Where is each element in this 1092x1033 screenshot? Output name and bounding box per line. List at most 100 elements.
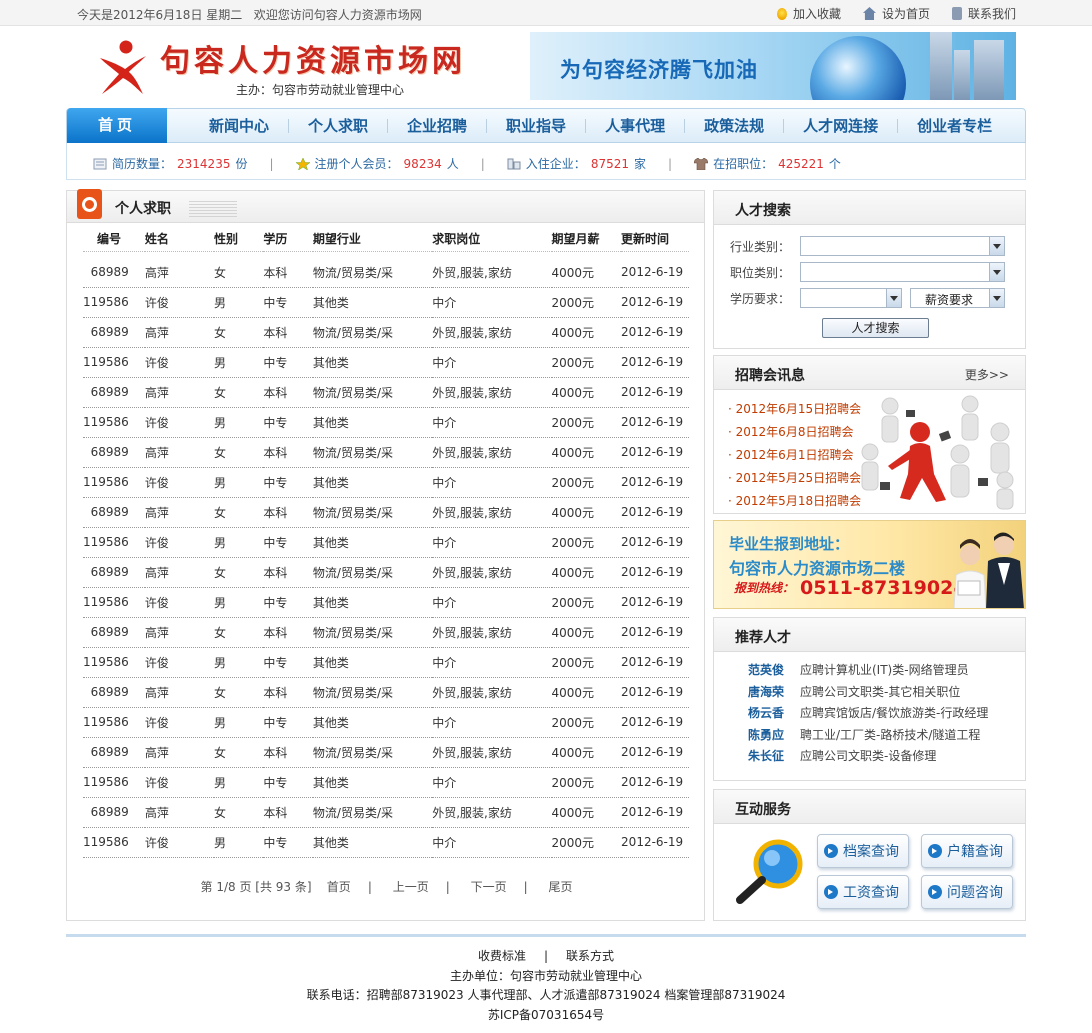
cell-position: 中介: [432, 707, 552, 738]
col-header-position: 求职岗位: [432, 227, 552, 252]
cell-name: 许俊: [144, 347, 215, 378]
first-page-link[interactable]: 首页: [327, 880, 351, 894]
table-row[interactable]: 119586 许俊男中专 其他类 中介 2000元 2012-6-19: [83, 347, 689, 378]
job-fair-item[interactable]: · 2012年5月25日招聘会: [728, 467, 861, 490]
nav-item-career-guidance[interactable]: 职业指导: [486, 119, 585, 134]
nav-item-news[interactable]: 新闻中心: [189, 119, 288, 134]
table-row[interactable]: 68989 高萍女本科 物流/贸易类/采 外贸,服装,家纺 4000元 2012-6-19: [83, 737, 689, 768]
job-seeker-table: 编号 姓名 性别 学历 期望行业 求职岗位 期望月薪 更新时间 68989 高萍女…: [83, 227, 689, 858]
talent-item[interactable]: 杨云香 应聘宾馆饭店/餐饮旅游类-行政经理: [748, 703, 988, 725]
contact-link[interactable]: 联系方式: [566, 949, 614, 963]
table-row[interactable]: 68989 高萍女本科 物流/贸易类/采 外贸,服装,家纺 4000元 2012-6-19: [83, 677, 689, 708]
next-page-link[interactable]: 下一页: [471, 880, 507, 894]
job-fair-item[interactable]: · 2012年5月18日招聘会: [728, 490, 861, 513]
job-fair-list: · 2012年6月15日招聘会 · 2012年6月8日招聘会 · 2012年6月…: [728, 398, 861, 513]
cell-name: 高萍: [144, 497, 215, 528]
star-icon: [295, 157, 310, 170]
talent-name[interactable]: 朱长征: [748, 746, 800, 768]
position-select[interactable]: [800, 262, 1005, 282]
cell-id: 68989: [83, 251, 145, 288]
cell-name: 高萍: [144, 377, 215, 408]
table-row[interactable]: 119586 许俊男中专 其他类 中介 2000元 2012-6-19: [83, 707, 689, 738]
cell-salary: 2000元: [551, 707, 622, 738]
cell-updated: 2012-6-19: [621, 677, 689, 708]
last-page-link[interactable]: 尾页: [548, 880, 572, 894]
set-homepage-link[interactable]: 设为首页: [862, 5, 930, 22]
table-row[interactable]: 119586 许俊男中专 其他类 中介 2000元 2012-6-19: [83, 407, 689, 438]
table-row[interactable]: 68989 高萍女本科 物流/贸易类/采 外贸,服装,家纺 4000元 2012-6-19: [83, 617, 689, 648]
add-favorite-link[interactable]: 加入收藏: [776, 5, 841, 22]
page-info: 第 1/8 页 [共 93 条]: [200, 880, 312, 894]
nav-item-entrepreneurs[interactable]: 创业者专栏: [897, 119, 1011, 134]
table-row[interactable]: 119586 许俊男中专 其他类 中介 2000元 2012-6-19: [83, 527, 689, 558]
stat-unit: 家: [634, 157, 647, 171]
talent-name[interactable]: 范英俊: [748, 660, 800, 682]
industry-select[interactable]: [800, 236, 1005, 256]
col-header-education: 学历: [263, 227, 313, 252]
talent-item[interactable]: 朱长征 应聘公司文职类-设备修理: [748, 746, 988, 768]
table-row[interactable]: 68989 高萍女本科 物流/贸易类/采 外贸,服装,家纺 4000元 2012-6-19: [83, 557, 689, 588]
talent-search-button[interactable]: 人才搜索: [822, 318, 929, 338]
job-fair-item[interactable]: · 2012年6月8日招聘会: [728, 421, 861, 444]
registration-promo-banner[interactable]: 毕业生报到地址： 句容市人力资源市场二楼 报到热线： 0511-87319024: [713, 520, 1026, 609]
cell-updated: 2012-6-19: [621, 527, 689, 558]
nav-item-job-seeking[interactable]: 个人求职: [288, 119, 387, 134]
job-fair-item[interactable]: · 2012年6月15日招聘会: [728, 398, 861, 421]
divider: |: [480, 156, 485, 171]
cell-position: 中介: [432, 647, 552, 678]
table-row[interactable]: 68989 高萍女本科 物流/贸易类/采 外贸,服装,家纺 4000元 2012-6-19: [83, 251, 689, 288]
cell-salary: 4000元: [551, 617, 622, 648]
table-row[interactable]: 119586 许俊男中专 其他类 中介 2000元 2012-6-19: [83, 287, 689, 318]
table-row[interactable]: 119586 许俊男中专 其他类 中介 2000元 2012-6-19: [83, 587, 689, 618]
talent-name[interactable]: 杨云香: [748, 703, 800, 725]
nav-item-policies[interactable]: 政策法规: [684, 119, 783, 134]
table-row[interactable]: 119586 许俊男中专 其他类 中介 2000元 2012-6-19: [83, 467, 689, 498]
talent-item[interactable]: 陈勇应 聘工业/工厂类-路桥技术/隧道工程: [748, 725, 988, 747]
cell-education: 中专: [263, 347, 313, 378]
nav-item-talent-links[interactable]: 人才网连接: [783, 119, 897, 134]
table-row[interactable]: 68989 高萍女本科 物流/贸易类/采 外贸,服装,家纺 4000元 2012-6-19: [83, 377, 689, 408]
talent-item[interactable]: 范英俊 应聘计算机业(IT)类-网络管理员: [748, 660, 988, 682]
contact-us-link[interactable]: 联系我们: [951, 5, 1016, 22]
site-name[interactable]: 句容人力资源市场网: [160, 36, 466, 80]
cell-updated: 2012-6-19: [621, 617, 689, 648]
nav-item-recruitment[interactable]: 企业招聘: [387, 119, 486, 134]
fees-link[interactable]: 收费标准: [478, 949, 526, 963]
cell-name: 高萍: [144, 251, 215, 288]
table-row[interactable]: 68989 高萍女本科 物流/贸易类/采 外贸,服装,家纺 4000元 2012-6-19: [83, 437, 689, 468]
more-link[interactable]: 更多>>: [965, 366, 1009, 383]
archive-query-button[interactable]: 档案查询: [817, 834, 909, 868]
cell-id: 119586: [83, 527, 145, 558]
salary-select[interactable]: 薪资要求: [910, 288, 1005, 308]
cell-name: 许俊: [144, 707, 215, 738]
talent-name[interactable]: 唐海荣: [748, 682, 800, 704]
prev-page-link[interactable]: 上一页: [393, 880, 429, 894]
cell-gender: 女: [214, 497, 264, 528]
table-row[interactable]: 68989 高萍女本科 物流/贸易类/采 外贸,服装,家纺 4000元 2012-6-19: [83, 317, 689, 348]
education-select[interactable]: [800, 288, 902, 308]
arrow-circle-icon: [928, 844, 942, 858]
cell-salary: 2000元: [551, 407, 622, 438]
table-row[interactable]: 119586 许俊男中专 其他类 中介 2000元 2012-6-19: [83, 647, 689, 678]
job-fair-item[interactable]: · 2012年6月1日招聘会: [728, 444, 861, 467]
stat-value: 425221: [778, 156, 824, 171]
table-row[interactable]: 68989 高萍女本科 物流/贸易类/采 外贸,服装,家纺 4000元 2012-6-19: [83, 797, 689, 828]
cell-id: 68989: [83, 617, 145, 648]
cell-id: 68989: [83, 737, 145, 768]
nav-item-hr-agency[interactable]: 人事代理: [585, 119, 684, 134]
table-row[interactable]: 119586 许俊男中专 其他类 中介 2000元 2012-6-19: [83, 767, 689, 798]
magnifier-icon: [736, 839, 803, 904]
logo-icon[interactable]: [96, 38, 148, 96]
table-row[interactable]: 119586 许俊男中专 其他类 中介 2000元 2012-6-19: [83, 827, 689, 858]
panel-header: 个人求职: [67, 189, 704, 223]
salary-query-button[interactable]: 工资查询: [817, 875, 909, 909]
cell-gender: 女: [214, 797, 264, 828]
consultation-button[interactable]: 问题咨询: [921, 875, 1013, 909]
table-row[interactable]: 68989 高萍女本科 物流/贸易类/采 外贸,服装,家纺 4000元 2012-6-19: [83, 497, 689, 528]
set-homepage-label: 设为首页: [881, 7, 930, 21]
talent-name[interactable]: 陈勇应: [748, 725, 800, 747]
talent-item[interactable]: 唐海荣 应聘公司文职类-其它相关职位: [748, 682, 988, 704]
household-query-button[interactable]: 户籍查询: [921, 834, 1013, 868]
nav-home-tab[interactable]: 首页: [67, 108, 167, 144]
cell-education: 本科: [263, 497, 313, 528]
